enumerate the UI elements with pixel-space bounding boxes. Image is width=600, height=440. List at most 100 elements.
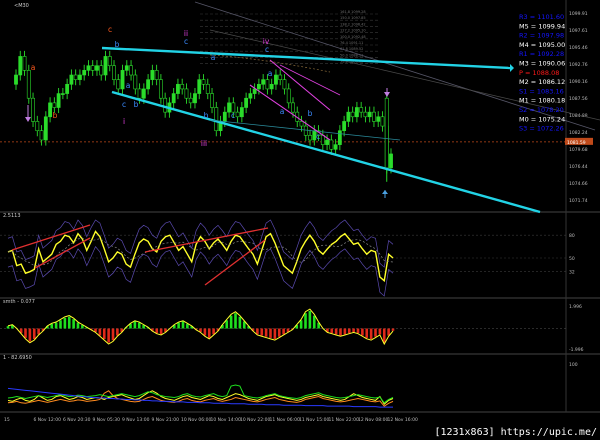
candle-body — [39, 130, 44, 141]
candle-body — [355, 107, 359, 118]
fib-label: 161.8 1099.28 — [340, 10, 366, 14]
x-tick-label: 10 Nov 06:00 — [181, 417, 211, 423]
candle-body — [269, 83, 274, 90]
fib-label: 50.0 1088.11 — [340, 53, 363, 57]
candle-body — [380, 116, 385, 127]
candle-body — [141, 88, 146, 99]
candle-body — [210, 93, 214, 108]
rsi-divergence-line — [11, 224, 91, 251]
candle-body — [180, 83, 185, 90]
rsi-tick-label: 80 — [569, 233, 575, 239]
candle-body — [376, 116, 381, 122]
candle-body — [78, 74, 82, 80]
pivot-level-label: M5 = 1099.94 — [519, 22, 565, 30]
price-tick-label: 1092.76 — [569, 62, 588, 68]
candle-body — [90, 65, 95, 71]
candle-body — [329, 139, 334, 150]
candle-body — [308, 135, 312, 141]
candle-body — [65, 83, 70, 94]
x-tick-label: 11 Nov 06:00 — [270, 417, 300, 423]
candle-body — [35, 121, 40, 132]
pivot-level-label: S2 = 1078.20 — [519, 106, 564, 114]
fib-label: 138.2 1096.42 — [340, 22, 366, 26]
candle-body — [214, 107, 219, 132]
candle-body — [222, 111, 227, 122]
candle-body — [52, 102, 57, 108]
price-tick-label: 1099.91 — [569, 11, 588, 17]
candle-body — [299, 121, 304, 127]
pivot-level-label: P = 1088.08 — [519, 69, 559, 77]
drop-candle-body — [384, 97, 389, 169]
candle-body — [60, 93, 65, 95]
rsi-divergence-line — [144, 227, 269, 253]
wave-label: a — [280, 107, 285, 116]
candle-body — [278, 74, 283, 80]
wave-label: c — [108, 25, 112, 34]
pivot-level-label: R3 = 1101.60 — [519, 13, 564, 21]
fib-label: 100.0 1092.48 — [340, 35, 366, 39]
candle-body — [129, 65, 133, 76]
price-tick-label: 1090.16 — [569, 79, 588, 85]
pivot-level-label: M4 = 1095.00 — [519, 41, 565, 49]
pivot-level-label: R2 = 1097.98 — [519, 32, 564, 40]
candle-body — [265, 79, 270, 90]
osc-tick-label: 1.996 — [569, 304, 582, 310]
candle-body — [325, 139, 329, 145]
candle-body — [95, 65, 99, 71]
candle-body — [116, 79, 121, 90]
candle-body — [256, 83, 261, 90]
wave-label: c — [265, 45, 269, 54]
candle-body — [205, 83, 210, 94]
candle-body — [235, 111, 240, 118]
osc-tick-label: -1.996 — [569, 347, 584, 353]
candle-body — [146, 79, 151, 90]
candle-body — [244, 97, 249, 108]
candle-body — [286, 88, 291, 104]
candle-body — [282, 79, 287, 90]
candle-body — [291, 102, 295, 113]
candle-body — [86, 65, 91, 71]
trendline-arrowhead — [510, 64, 514, 72]
candle-body — [112, 65, 116, 80]
candle-body — [69, 74, 74, 85]
pivot-level-label: S1 = 1083.16 — [519, 87, 564, 95]
lower-trendline — [111, 90, 541, 214]
wave-label: b — [115, 40, 120, 49]
candle-body — [163, 97, 168, 113]
candle-body — [22, 56, 27, 71]
price-tick-label: 1095.46 — [569, 45, 588, 51]
x-tick-label: 9 Nov 21:00 — [152, 417, 180, 423]
price-tick-label: 1079.68 — [569, 147, 588, 153]
candle-body — [73, 74, 78, 80]
candle-body — [133, 74, 138, 90]
candle-body — [252, 88, 257, 94]
candle-body — [350, 111, 355, 118]
candle-body — [176, 83, 180, 94]
candle-body — [261, 79, 266, 85]
price-tick-label: 1097.61 — [569, 28, 588, 34]
rsi-tick-label: 32 — [569, 270, 575, 276]
pivot-level-label: R1 = 1092.28 — [519, 50, 564, 58]
price-tick-label: 1084.88 — [569, 113, 588, 119]
price-tick-label: 1071.74 — [569, 198, 588, 204]
x-tick-label: 9 Nov 05:30 — [93, 417, 121, 423]
arrow-marker-head — [384, 92, 390, 97]
wave-label: i — [123, 117, 125, 126]
wave-label: a — [126, 81, 131, 90]
pivot-level-label: S3 = 1072.26 — [519, 125, 564, 133]
lower-series-line — [7, 390, 394, 407]
wave-label: b — [204, 111, 209, 120]
candle-body — [248, 93, 253, 99]
rsi-tick-label: 50 — [569, 256, 575, 262]
arrow-marker-head — [382, 190, 388, 194]
pivot-level-label: M1 = 1080.18 — [519, 97, 565, 105]
wave-label: c — [316, 132, 320, 141]
wave-label: a — [211, 53, 216, 62]
candle-body — [150, 70, 155, 80]
current-price-label: 1081.59 — [567, 140, 586, 146]
candle-body — [372, 111, 376, 122]
price-tick-label: 1087.56 — [569, 96, 588, 102]
wave-label: c — [122, 100, 126, 109]
candle-body — [363, 111, 368, 118]
candle-body — [158, 79, 163, 99]
